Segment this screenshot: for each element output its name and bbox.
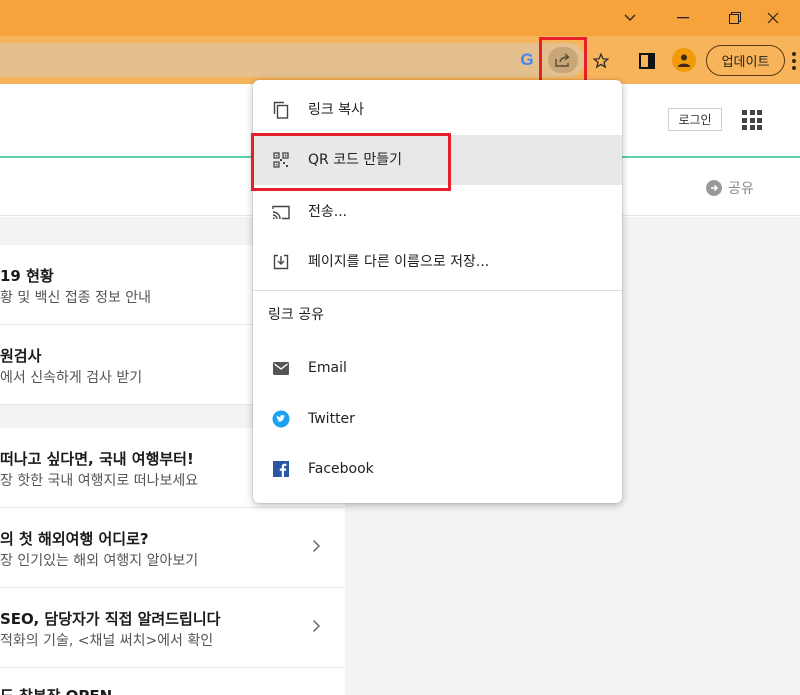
menu-item-label: Email — [308, 360, 347, 376]
list-item[interactable]: 의 첫 해외여행 어디로? 장 인기있는 해외 여행지 알아보기 — [0, 508, 345, 588]
email-icon — [271, 358, 291, 378]
minimize-icon — [677, 17, 689, 19]
profile-icon — [678, 54, 690, 67]
minimize-window-button[interactable] — [660, 0, 706, 36]
chevron-down-icon — [624, 14, 636, 21]
chevron-right-icon — [309, 536, 323, 556]
profile-button[interactable] — [672, 48, 696, 72]
side-panel-button[interactable] — [636, 50, 658, 72]
menu-section-title: 링크 공유 — [268, 307, 324, 323]
menu-item-label: Twitter — [308, 411, 355, 427]
menu-item-label: 페이지를 다른 이름으로 저장... — [308, 254, 490, 270]
list-item-subtitle: 황 및 백신 접종 정보 안내 — [0, 290, 152, 306]
menu-item-label: 링크 복사 — [308, 102, 364, 118]
chevron-right-icon — [309, 616, 323, 636]
list-item-subtitle: 장 핫한 국내 여행지로 떠나보세요 — [0, 473, 199, 489]
list-item-subtitle: 에서 신속하게 검사 받기 — [0, 370, 143, 386]
update-button[interactable]: 업데이트 — [706, 45, 785, 76]
share-highlight-box — [539, 37, 587, 85]
menu-item-copy-link[interactable]: 링크 복사 — [253, 85, 622, 135]
google-icon[interactable]: G — [517, 51, 537, 68]
menu-item-label: Facebook — [308, 461, 374, 477]
window-titlebar — [0, 0, 800, 36]
qr-highlight-box — [251, 133, 451, 191]
browser-toolbar: G 업데이트 — [0, 36, 800, 84]
close-icon — [767, 12, 779, 24]
bookmark-star-button[interactable] — [590, 50, 612, 72]
list-item-title: 도 참본장 OPEN — [0, 685, 112, 695]
menu-item-twitter[interactable]: Twitter — [253, 394, 622, 444]
address-bar[interactable]: G — [0, 43, 585, 77]
list-item[interactable]: 도 참본장 OPEN — [0, 668, 345, 695]
close-button[interactable] — [750, 0, 796, 36]
menu-item-label: 전송... — [308, 204, 348, 220]
share-arrow-icon — [706, 180, 722, 196]
list-item[interactable]: SEO, 담당자가 직접 알려드립니다 적화의 기술, <채널 써치>에서 확인 — [0, 588, 345, 668]
list-item-subtitle: 적화의 기술, <채널 써치>에서 확인 — [0, 633, 214, 649]
page-share-label: 공유 — [728, 181, 754, 197]
menu-divider — [253, 290, 622, 291]
page-share-link[interactable]: 공유 — [706, 178, 754, 198]
minimize-button[interactable] — [607, 0, 653, 36]
save-page-icon — [271, 252, 291, 272]
list-item-title: 19 현황 — [0, 267, 54, 285]
copy-icon — [271, 100, 291, 120]
list-item-title: 떠나고 싶다면, 국내 여행부터! — [0, 450, 194, 468]
cast-icon — [271, 202, 291, 222]
list-item-subtitle: 장 인기있는 해외 여행지 알아보기 — [0, 553, 199, 569]
menu-item-cast[interactable]: 전송... — [253, 187, 622, 237]
list-item-title: SEO, 담당자가 직접 알려드립니다 — [0, 610, 221, 628]
apps-grid-icon[interactable] — [742, 110, 762, 130]
menu-item-save-page-as[interactable]: 페이지를 다른 이름으로 저장... — [253, 237, 622, 287]
menu-item-facebook[interactable]: Facebook — [253, 444, 622, 494]
side-panel-icon — [639, 53, 655, 69]
list-item-title: 원검사 — [0, 347, 42, 365]
star-icon — [592, 52, 610, 69]
login-button[interactable]: 로그인 — [668, 108, 722, 131]
facebook-icon — [271, 459, 291, 479]
menu-item-email[interactable]: Email — [253, 343, 622, 393]
twitter-icon — [271, 409, 291, 429]
kebab-menu-icon[interactable] — [789, 50, 799, 72]
list-item-title: 의 첫 해외여행 어디로? — [0, 530, 149, 548]
restore-icon — [729, 12, 741, 24]
